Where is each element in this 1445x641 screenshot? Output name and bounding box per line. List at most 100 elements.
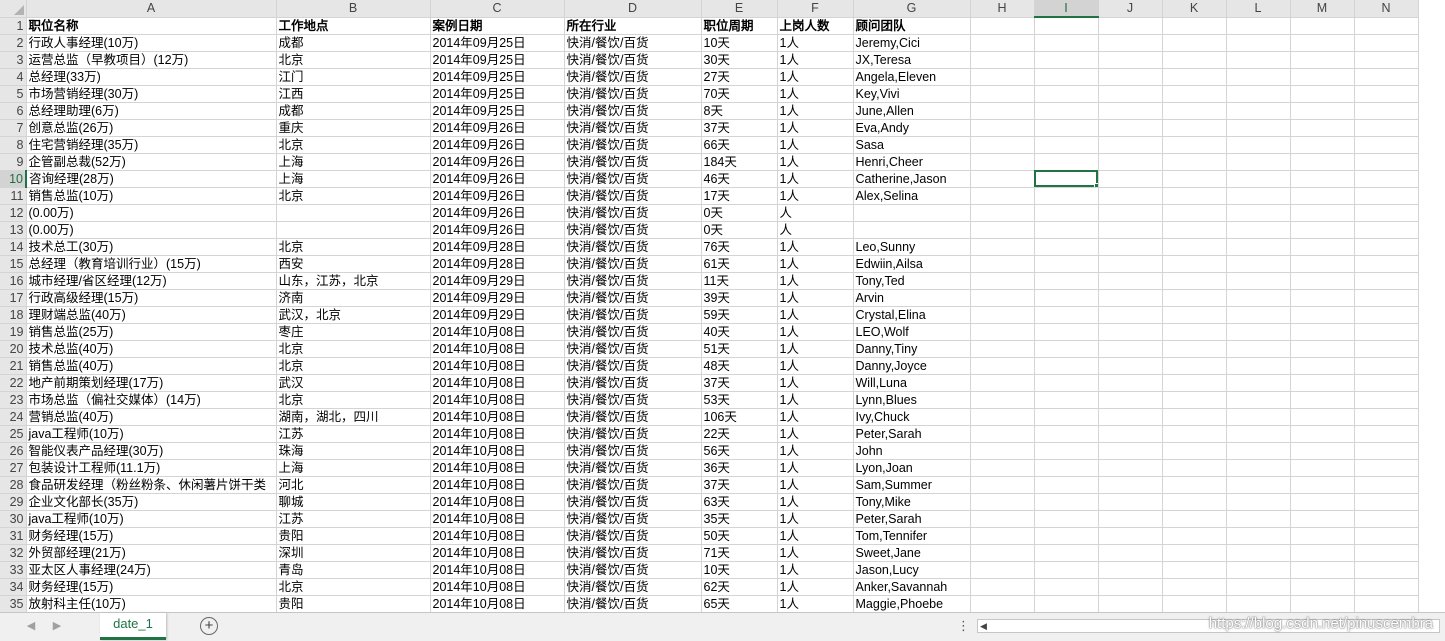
cell-m2[interactable]	[1290, 34, 1355, 52]
cell-l17[interactable]	[1226, 289, 1291, 307]
row-header[interactable]: 10	[0, 170, 27, 188]
cell-f3[interactable]: 1人	[777, 51, 854, 69]
cell-j21[interactable]	[1098, 357, 1163, 375]
row-header[interactable]: 6	[0, 102, 27, 120]
cell-n30[interactable]	[1354, 510, 1419, 528]
cell-b19[interactable]: 枣庄	[276, 323, 431, 341]
cell-j33[interactable]	[1098, 561, 1163, 579]
cell-d8[interactable]: 快消/餐饮/百货	[564, 136, 702, 154]
cell-i7[interactable]	[1034, 119, 1099, 137]
cell-k5[interactable]	[1162, 85, 1227, 103]
column-header-a[interactable]: A	[26, 0, 277, 18]
cell-h17[interactable]	[970, 289, 1035, 307]
cell-d33[interactable]: 快消/餐饮/百货	[564, 561, 702, 579]
row-header[interactable]: 12	[0, 204, 27, 222]
cell-m30[interactable]	[1290, 510, 1355, 528]
cell-n32[interactable]	[1354, 544, 1419, 562]
cell-l13[interactable]	[1226, 221, 1291, 239]
cell-d30[interactable]: 快消/餐饮/百货	[564, 510, 702, 528]
cell-a28[interactable]: 食品研发经理（粉丝粉条、休闲薯片饼干类	[26, 476, 277, 494]
cell-k22[interactable]	[1162, 374, 1227, 392]
cell-i31[interactable]	[1034, 527, 1099, 545]
cell-e4[interactable]: 27天	[701, 68, 778, 86]
row-header[interactable]: 11	[0, 187, 27, 205]
cell-e34[interactable]: 62天	[701, 578, 778, 596]
cell-k29[interactable]	[1162, 493, 1227, 511]
cell-e31[interactable]: 50天	[701, 527, 778, 545]
cell-g9[interactable]: Henri,Cheer	[853, 153, 971, 171]
cell-b18[interactable]: 武汉，北京	[276, 306, 431, 324]
cell-i22[interactable]	[1034, 374, 1099, 392]
cell-l28[interactable]	[1226, 476, 1291, 494]
cell-l34[interactable]	[1226, 578, 1291, 596]
cell-m6[interactable]	[1290, 102, 1355, 120]
cell-n13[interactable]	[1354, 221, 1419, 239]
cell-n7[interactable]	[1354, 119, 1419, 137]
cell-j15[interactable]	[1098, 255, 1163, 273]
cell-n6[interactable]	[1354, 102, 1419, 120]
cell-l14[interactable]	[1226, 238, 1291, 256]
cell-l3[interactable]	[1226, 51, 1291, 69]
cell-n22[interactable]	[1354, 374, 1419, 392]
cell-l10[interactable]	[1226, 170, 1291, 188]
cell-k13[interactable]	[1162, 221, 1227, 239]
cell-n14[interactable]	[1354, 238, 1419, 256]
cell-k27[interactable]	[1162, 459, 1227, 477]
row-header[interactable]: 1	[0, 17, 27, 35]
cell-c34[interactable]: 2014年10月08日	[430, 578, 565, 596]
cell-a4[interactable]: 总经理(33万)	[26, 68, 277, 86]
cell-d24[interactable]: 快消/餐饮/百货	[564, 408, 702, 426]
cell-e15[interactable]: 61天	[701, 255, 778, 273]
cell-m31[interactable]	[1290, 527, 1355, 545]
cell-l8[interactable]	[1226, 136, 1291, 154]
cell-f13[interactable]: 人	[777, 221, 854, 239]
cell-i29[interactable]	[1034, 493, 1099, 511]
cell-f6[interactable]: 1人	[777, 102, 854, 120]
cell-a30[interactable]: java工程师(10万)	[26, 510, 277, 528]
cell-a8[interactable]: 住宅营销经理(35万)	[26, 136, 277, 154]
cell-k20[interactable]	[1162, 340, 1227, 358]
cell-k6[interactable]	[1162, 102, 1227, 120]
cell-f30[interactable]: 1人	[777, 510, 854, 528]
cell-k12[interactable]	[1162, 204, 1227, 222]
cell-k30[interactable]	[1162, 510, 1227, 528]
cell-h34[interactable]	[970, 578, 1035, 596]
cell-a32[interactable]: 外贸部经理(21万)	[26, 544, 277, 562]
cell-c27[interactable]: 2014年10月08日	[430, 459, 565, 477]
cell-c10[interactable]: 2014年09月26日	[430, 170, 565, 188]
cell-e23[interactable]: 53天	[701, 391, 778, 409]
cell-j34[interactable]	[1098, 578, 1163, 596]
cell-c22[interactable]: 2014年10月08日	[430, 374, 565, 392]
cell-f28[interactable]: 1人	[777, 476, 854, 494]
cell-b27[interactable]: 上海	[276, 459, 431, 477]
cell-j19[interactable]	[1098, 323, 1163, 341]
cell-d1[interactable]: 所在行业	[564, 17, 702, 35]
cell-d29[interactable]: 快消/餐饮/百货	[564, 493, 702, 511]
cell-a1[interactable]: 职位名称	[26, 17, 277, 35]
cell-f29[interactable]: 1人	[777, 493, 854, 511]
cell-g23[interactable]: Lynn,Blues	[853, 391, 971, 409]
cell-j16[interactable]	[1098, 272, 1163, 290]
cell-a21[interactable]: 销售总监(40万)	[26, 357, 277, 375]
cell-f27[interactable]: 1人	[777, 459, 854, 477]
cell-n27[interactable]	[1354, 459, 1419, 477]
row-header[interactable]: 33	[0, 561, 27, 579]
cell-b34[interactable]: 北京	[276, 578, 431, 596]
cell-b24[interactable]: 湖南，湖北，四川	[276, 408, 431, 426]
cell-n15[interactable]	[1354, 255, 1419, 273]
cell-g16[interactable]: Tony,Ted	[853, 272, 971, 290]
cell-n1[interactable]	[1354, 17, 1419, 35]
cell-e25[interactable]: 22天	[701, 425, 778, 443]
cell-g14[interactable]: Leo,Sunny	[853, 238, 971, 256]
cell-m1[interactable]	[1290, 17, 1355, 35]
column-header-l[interactable]: L	[1226, 0, 1291, 18]
cell-f34[interactable]: 1人	[777, 578, 854, 596]
cell-k34[interactable]	[1162, 578, 1227, 596]
cell-j35[interactable]	[1098, 595, 1163, 612]
cell-l18[interactable]	[1226, 306, 1291, 324]
cell-n4[interactable]	[1354, 68, 1419, 86]
cell-n9[interactable]	[1354, 153, 1419, 171]
cell-e14[interactable]: 76天	[701, 238, 778, 256]
cell-c6[interactable]: 2014年09月25日	[430, 102, 565, 120]
cell-g34[interactable]: Anker,Savannah	[853, 578, 971, 596]
